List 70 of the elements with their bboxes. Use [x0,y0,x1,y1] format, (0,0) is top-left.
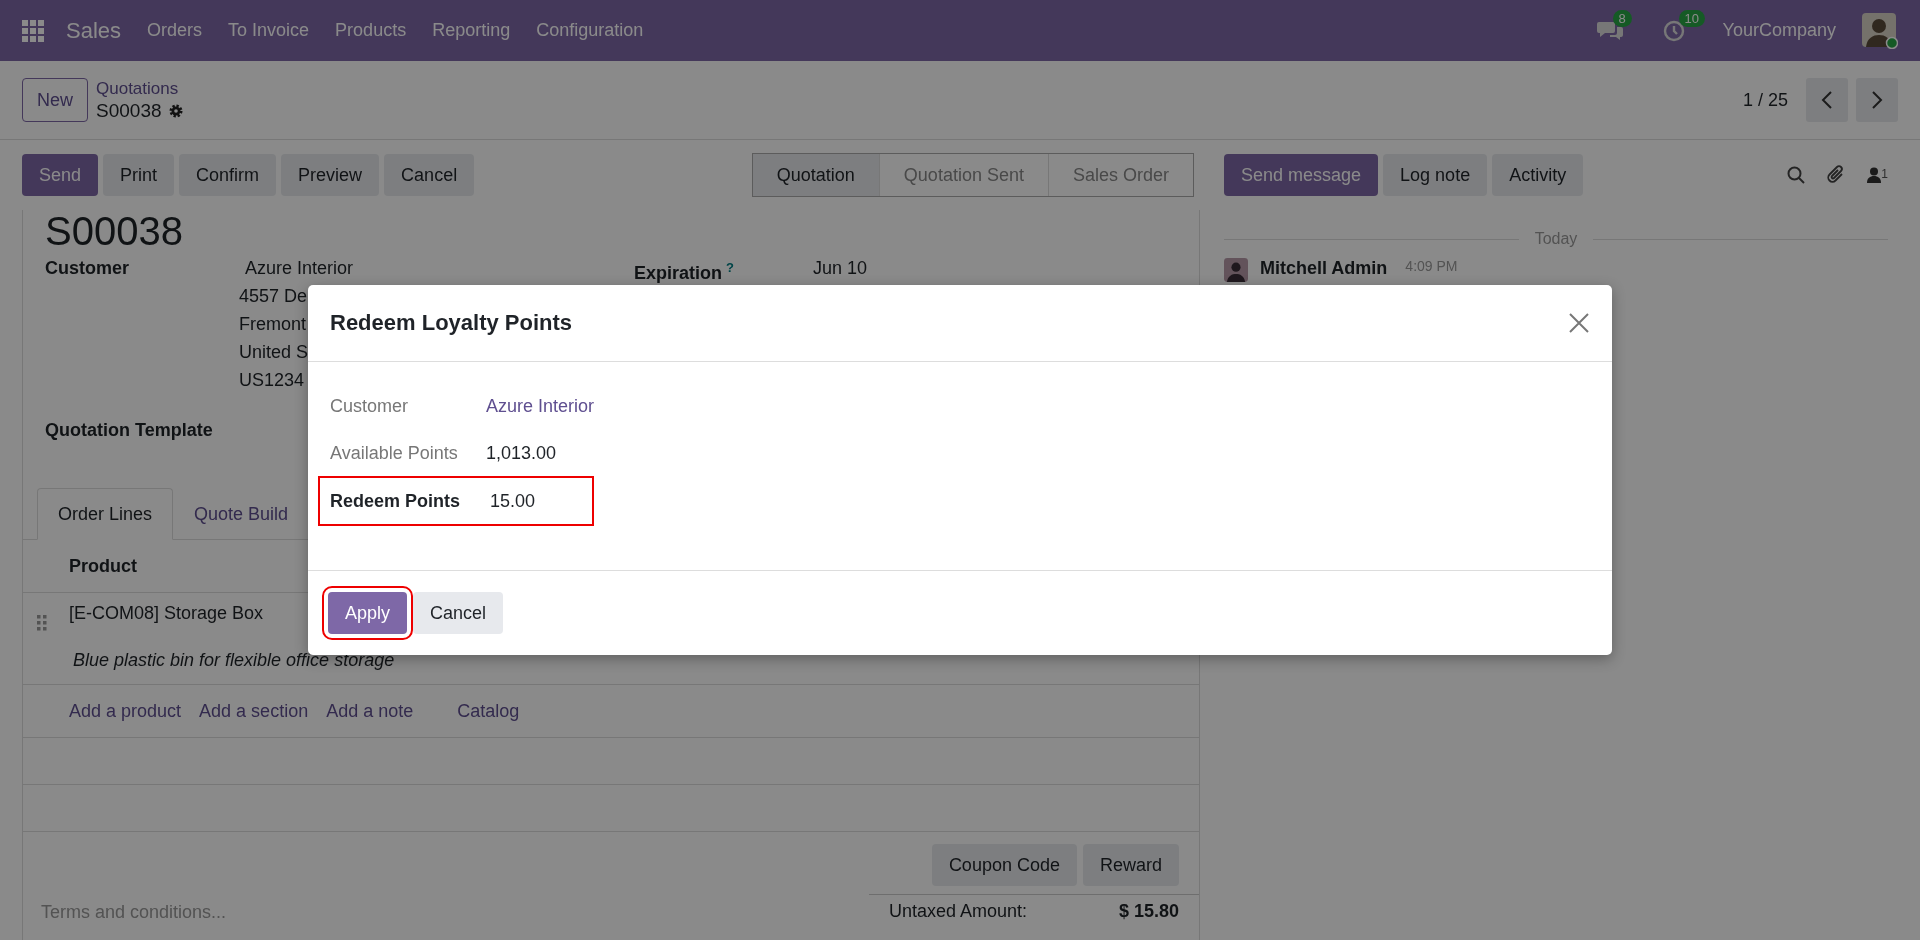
field-label: Available Points [330,443,459,464]
message-author: Mitchell Admin [1260,258,1388,279]
help-mark[interactable]: ? [726,260,734,275]
chatter-button[interactable]: Activity [1492,154,1584,196]
dialog-title: Redeem Loyalty Points [330,310,573,336]
action-button[interactable]: Preview [281,154,380,196]
dialog-button[interactable]: Cancel [413,592,504,634]
breadcrumb-link[interactable]: Quotations [96,78,184,100]
action-button[interactable]: Print [103,154,175,196]
menu-item[interactable]: Orders [147,20,203,41]
chevron-right-icon[interactable] [1871,91,1883,109]
search-icon[interactable] [1787,166,1806,184]
previous-button[interactable] [1806,78,1848,122]
order-button[interactable]: Coupon Code [931,844,1077,886]
address-line: United S [239,341,309,364]
drag-handle-icon[interactable] [37,615,47,631]
chevron-left-icon[interactable] [1821,91,1833,109]
field-value: Jun 10 [813,257,869,280]
address-line: US1234 [239,369,305,392]
order-button[interactable]: Reward [1082,844,1179,886]
company-name[interactable]: YourCompany [1722,20,1836,41]
address-line: 4557 De [239,285,308,308]
field-value: 1,013.00 [486,443,557,464]
menu-item[interactable]: To Invoice [228,20,310,41]
points-input[interactable]: 15.00 [486,490,564,512]
total-label: Untaxed Amount: [889,901,1028,922]
menu-item[interactable]: Reporting [432,20,511,41]
notebook-tab[interactable]: Order Lines [37,488,174,540]
new-button[interactable]: New [22,78,88,122]
action-button[interactable]: Cancel [384,154,475,196]
activity-count-badge: 10 [1678,9,1706,27]
app-name[interactable]: Sales [66,17,122,44]
close-button[interactable] [1568,312,1590,334]
field-label: Quotation Template [45,419,213,442]
product-name[interactable]: [E-COM08] Storage Box [69,603,264,624]
record-title: S00038 [45,210,183,252]
record-name: S00038 [96,100,162,122]
status-step[interactable]: Quotation [752,154,879,196]
gear-icon[interactable] [167,103,184,119]
follower-count: 1 [1881,167,1888,181]
paperclip-icon[interactable] [1827,165,1846,185]
field-label: Customer [45,257,129,280]
product-description: Blue plastic bin for flexible office storage [73,650,395,671]
clock-icon[interactable] [1662,19,1685,42]
total-value: $ 15.80 [1118,901,1179,922]
author-avatar-icon [1224,258,1248,282]
field-label: Customer [330,396,410,417]
field-label: Expiration [634,263,722,283]
message-count-badge: 8 [1612,9,1632,27]
add-line-link[interactable]: Catalog [457,700,520,722]
pager-counter: 1 / 25 [1742,89,1788,111]
action-button[interactable]: Send [22,154,99,196]
notebook-tab[interactable]: Quote Build [173,488,310,540]
apps-menu-icon[interactable] [22,19,44,42]
follower-icon[interactable] [1867,167,1882,183]
add-line-link[interactable]: Add a section [199,700,309,722]
address-line: Azure Interior [245,257,354,280]
menu-item[interactable]: Products [335,20,407,41]
column-header: Product [69,555,137,577]
next-button[interactable] [1856,78,1898,122]
customer-link[interactable]: Azure Interior [486,396,595,417]
address-line: Fremont [239,313,307,336]
chatter-button[interactable]: Log note [1383,154,1488,196]
menu-item[interactable]: Configuration [536,20,644,41]
field-label: Redeem Points [330,490,462,512]
action-button[interactable]: Confirm [179,154,277,196]
add-line-link[interactable]: Add a note [326,700,414,722]
add-line-link[interactable]: Add a product [69,700,182,722]
user-avatar-icon[interactable] [1862,12,1898,49]
chatter-button[interactable]: Send message [1224,154,1379,196]
